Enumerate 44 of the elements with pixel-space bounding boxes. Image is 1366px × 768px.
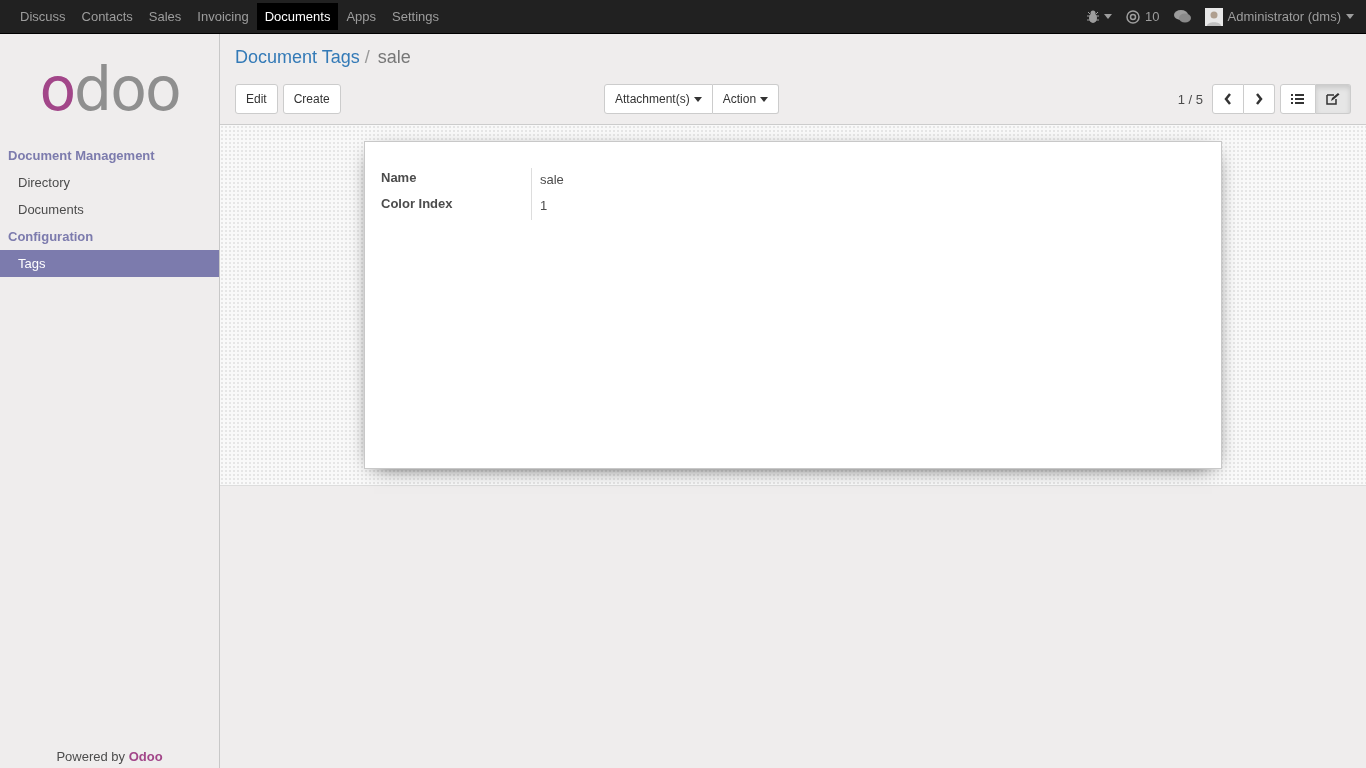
avatar-icon (1204, 7, 1223, 26)
toolbar-button[interactable]: Edit (235, 84, 278, 114)
list-icon (1291, 92, 1305, 106)
edit-icon (1326, 92, 1340, 106)
user-menu[interactable]: Administrator (dms) (1204, 7, 1354, 26)
chevron-right-icon (1254, 93, 1264, 105)
menu-section-title: Configuration (7, 228, 95, 246)
top-menu-item[interactable]: Apps (338, 3, 385, 30)
top-menu-item[interactable]: Contacts (73, 3, 141, 30)
top-menu-item[interactable]: Discuss (12, 3, 74, 30)
odoo-logo: odoo (39, 56, 180, 122)
caret-icon (760, 96, 769, 102)
sidebar-item[interactable]: Documents (0, 196, 219, 223)
menu-section-title: Document Management (7, 147, 156, 165)
list-view-button[interactable] (1280, 84, 1316, 114)
previous-button[interactable] (1212, 84, 1244, 114)
field-label: Color Index (381, 194, 532, 220)
next-button[interactable] (1244, 84, 1275, 114)
top-menu-item[interactable]: Sales (140, 3, 190, 30)
chat-icon[interactable] (1173, 10, 1191, 23)
breadcrumb-link[interactable]: Document Tags (235, 46, 360, 68)
top-menu-item[interactable]: Documents (256, 3, 339, 30)
chevron-left-icon (1223, 93, 1233, 105)
breadcrumb-current: sale (377, 46, 411, 68)
field-value: 1 (531, 194, 572, 220)
field-value: sale (531, 168, 572, 194)
sidebar-item[interactable]: Tags (0, 250, 219, 277)
breadcrumb-separator: / (363, 46, 371, 68)
top-menu-item[interactable]: Invoicing (189, 3, 257, 30)
toolbar-button[interactable]: Create (282, 84, 341, 114)
dropdown-button[interactable]: Attachment(s) (604, 84, 713, 114)
bug-icon (1087, 10, 1100, 23)
sidebar-item[interactable]: Directory (0, 169, 219, 196)
caret-icon (1104, 14, 1113, 19)
powered-by-text: Powered by Odoo (55, 748, 164, 766)
debug-menu[interactable] (1087, 10, 1113, 23)
mentions-indicator[interactable]: 10 (1126, 9, 1160, 24)
caret-icon (1346, 14, 1354, 19)
dropdown-button[interactable]: Action (712, 84, 780, 114)
top-menu-item[interactable]: Settings (384, 3, 448, 30)
field-label: Name (381, 168, 532, 194)
pager-counter: 1 / 5 (1177, 91, 1203, 107)
form-view-button[interactable] (1316, 84, 1351, 114)
caret-icon (693, 96, 702, 102)
